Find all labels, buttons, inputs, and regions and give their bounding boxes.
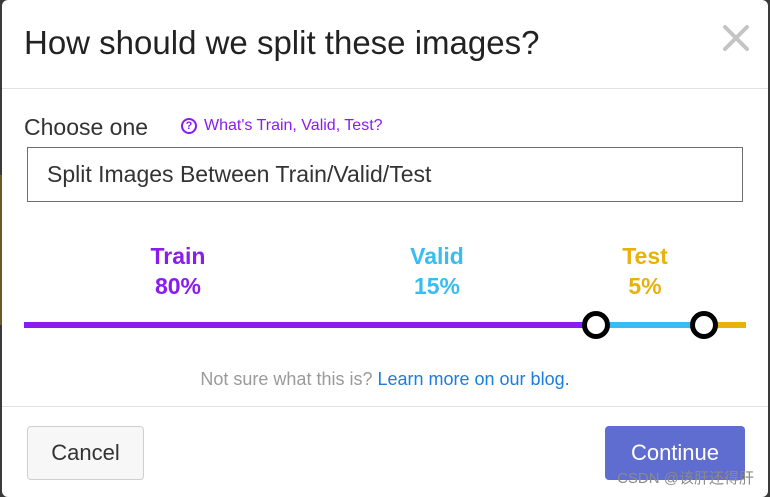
choose-row: Choose one ? What's Train, Valid, Test? [24,114,744,140]
cancel-button[interactable]: Cancel [27,426,144,480]
valid-name: Valid [410,243,464,269]
valid-test-handle[interactable] [689,311,718,339]
close-icon[interactable] [720,22,752,54]
hint-text: Not sure what this is? [200,369,378,389]
watermark: CSDN @该肝还得肝 [617,470,754,487]
valid-label: Valid 15% [377,241,497,301]
blog-link[interactable]: Learn more on our blog. [377,369,569,389]
split-method-value: Split Images Between Train/Valid/Test [47,161,432,187]
test-name: Test [622,243,668,269]
help-link-text: What's Train, Valid, Test? [204,117,383,134]
dialog-header: How should we split these images? [2,0,768,89]
valid-percent: 15% [413,273,461,299]
help-link[interactable]: ? What's Train, Valid, Test? [181,117,383,135]
question-circle-icon: ? [181,118,197,134]
dialog-title: How should we split these images? [24,24,540,61]
train-name: Train [150,243,206,269]
split-method-select[interactable]: Split Images Between Train/Valid/Test [27,147,743,202]
train-label: Train 80% [118,241,238,301]
train-percent: 80% [154,273,202,299]
choose-label: Choose one [24,114,149,140]
train-segment [24,322,602,328]
test-label: Test 5% [585,241,705,301]
split-dialog: How should we split these images? Choose… [2,0,768,497]
test-percent: 5% [628,273,662,299]
help-hint: Not sure what this is? Learn more on our… [2,369,768,390]
dialog-footer: Cancel Continue CSDN @该肝还得肝 [2,406,768,497]
train-valid-handle[interactable] [581,311,610,339]
